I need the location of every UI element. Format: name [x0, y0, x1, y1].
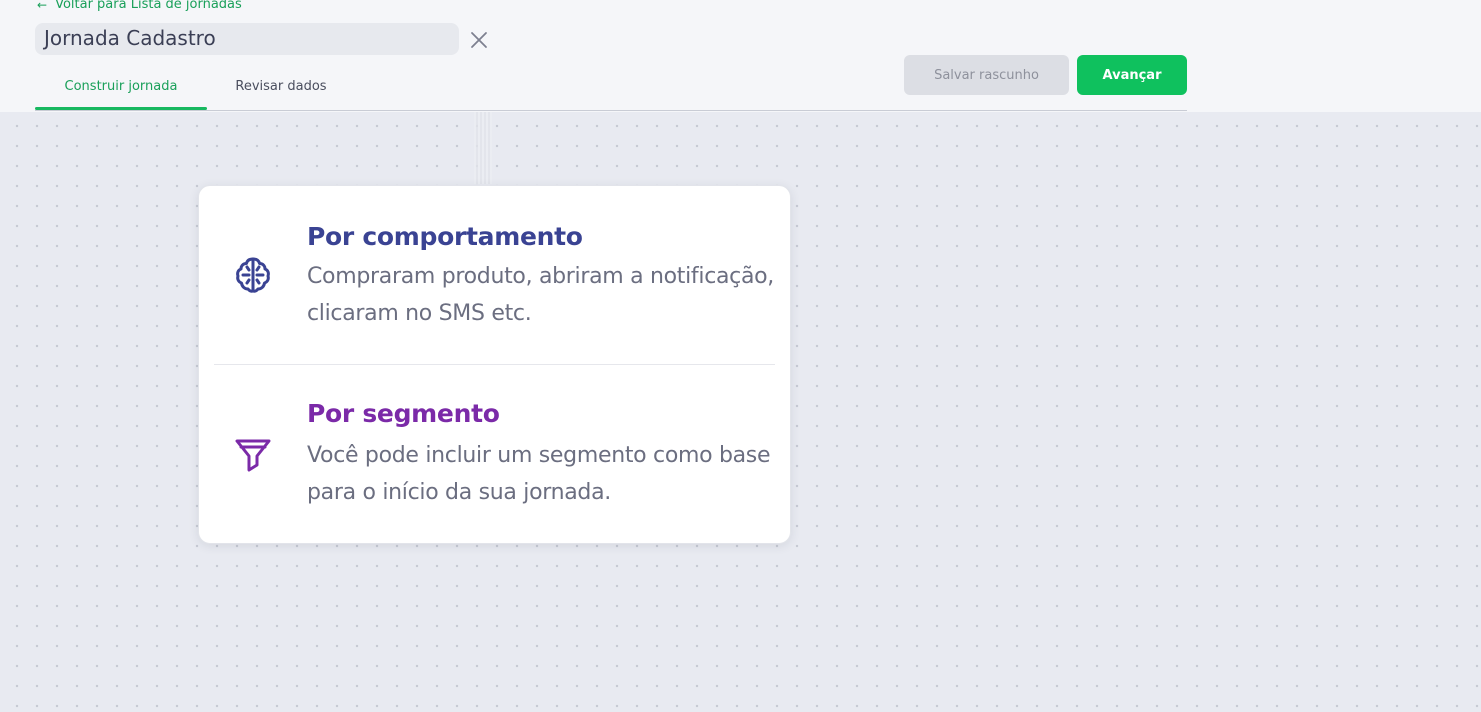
- option-description: Compraram produto, abriram a notificação…: [307, 264, 774, 326]
- page-header: ← Voltar para Lista de jornadas Jornada …: [0, 0, 1481, 112]
- tab-review-data[interactable]: Revisar dados: [207, 62, 355, 110]
- brain-icon: [236, 257, 270, 293]
- header-divider: [35, 110, 1187, 111]
- trigger-options-card: Por comportamento Compraram produto, abr…: [198, 185, 791, 544]
- option-by-behavior[interactable]: Por comportamento Compraram produto, abr…: [199, 186, 790, 364]
- option-by-segment[interactable]: Por segmento Você pode incluir um segmen…: [199, 365, 790, 543]
- arrow-left-icon: ←: [37, 0, 48, 12]
- clear-name-button[interactable]: [468, 29, 490, 51]
- option-description: Você pode incluir um segmento como base …: [307, 443, 771, 505]
- option-title: Por segmento: [307, 399, 500, 428]
- filter-icon: [235, 439, 271, 472]
- journey-builder-page: ← Voltar para Lista de jornadas Jornada …: [0, 0, 1481, 712]
- next-button[interactable]: Avançar: [1077, 55, 1187, 95]
- tab-build-journey[interactable]: Construir jornada: [35, 62, 207, 110]
- tab-bar: Construir jornada Revisar dados: [35, 62, 355, 112]
- back-link-label: Voltar para Lista de jornadas: [55, 0, 242, 12]
- close-icon: [471, 32, 487, 48]
- back-link[interactable]: ← Voltar para Lista de jornadas: [37, 0, 242, 12]
- canvas-connector: [474, 112, 492, 184]
- save-draft-button[interactable]: Salvar rascunho: [904, 55, 1069, 95]
- option-title: Por comportamento: [307, 222, 583, 251]
- journey-name-field[interactable]: Jornada Cadastro: [35, 23, 459, 55]
